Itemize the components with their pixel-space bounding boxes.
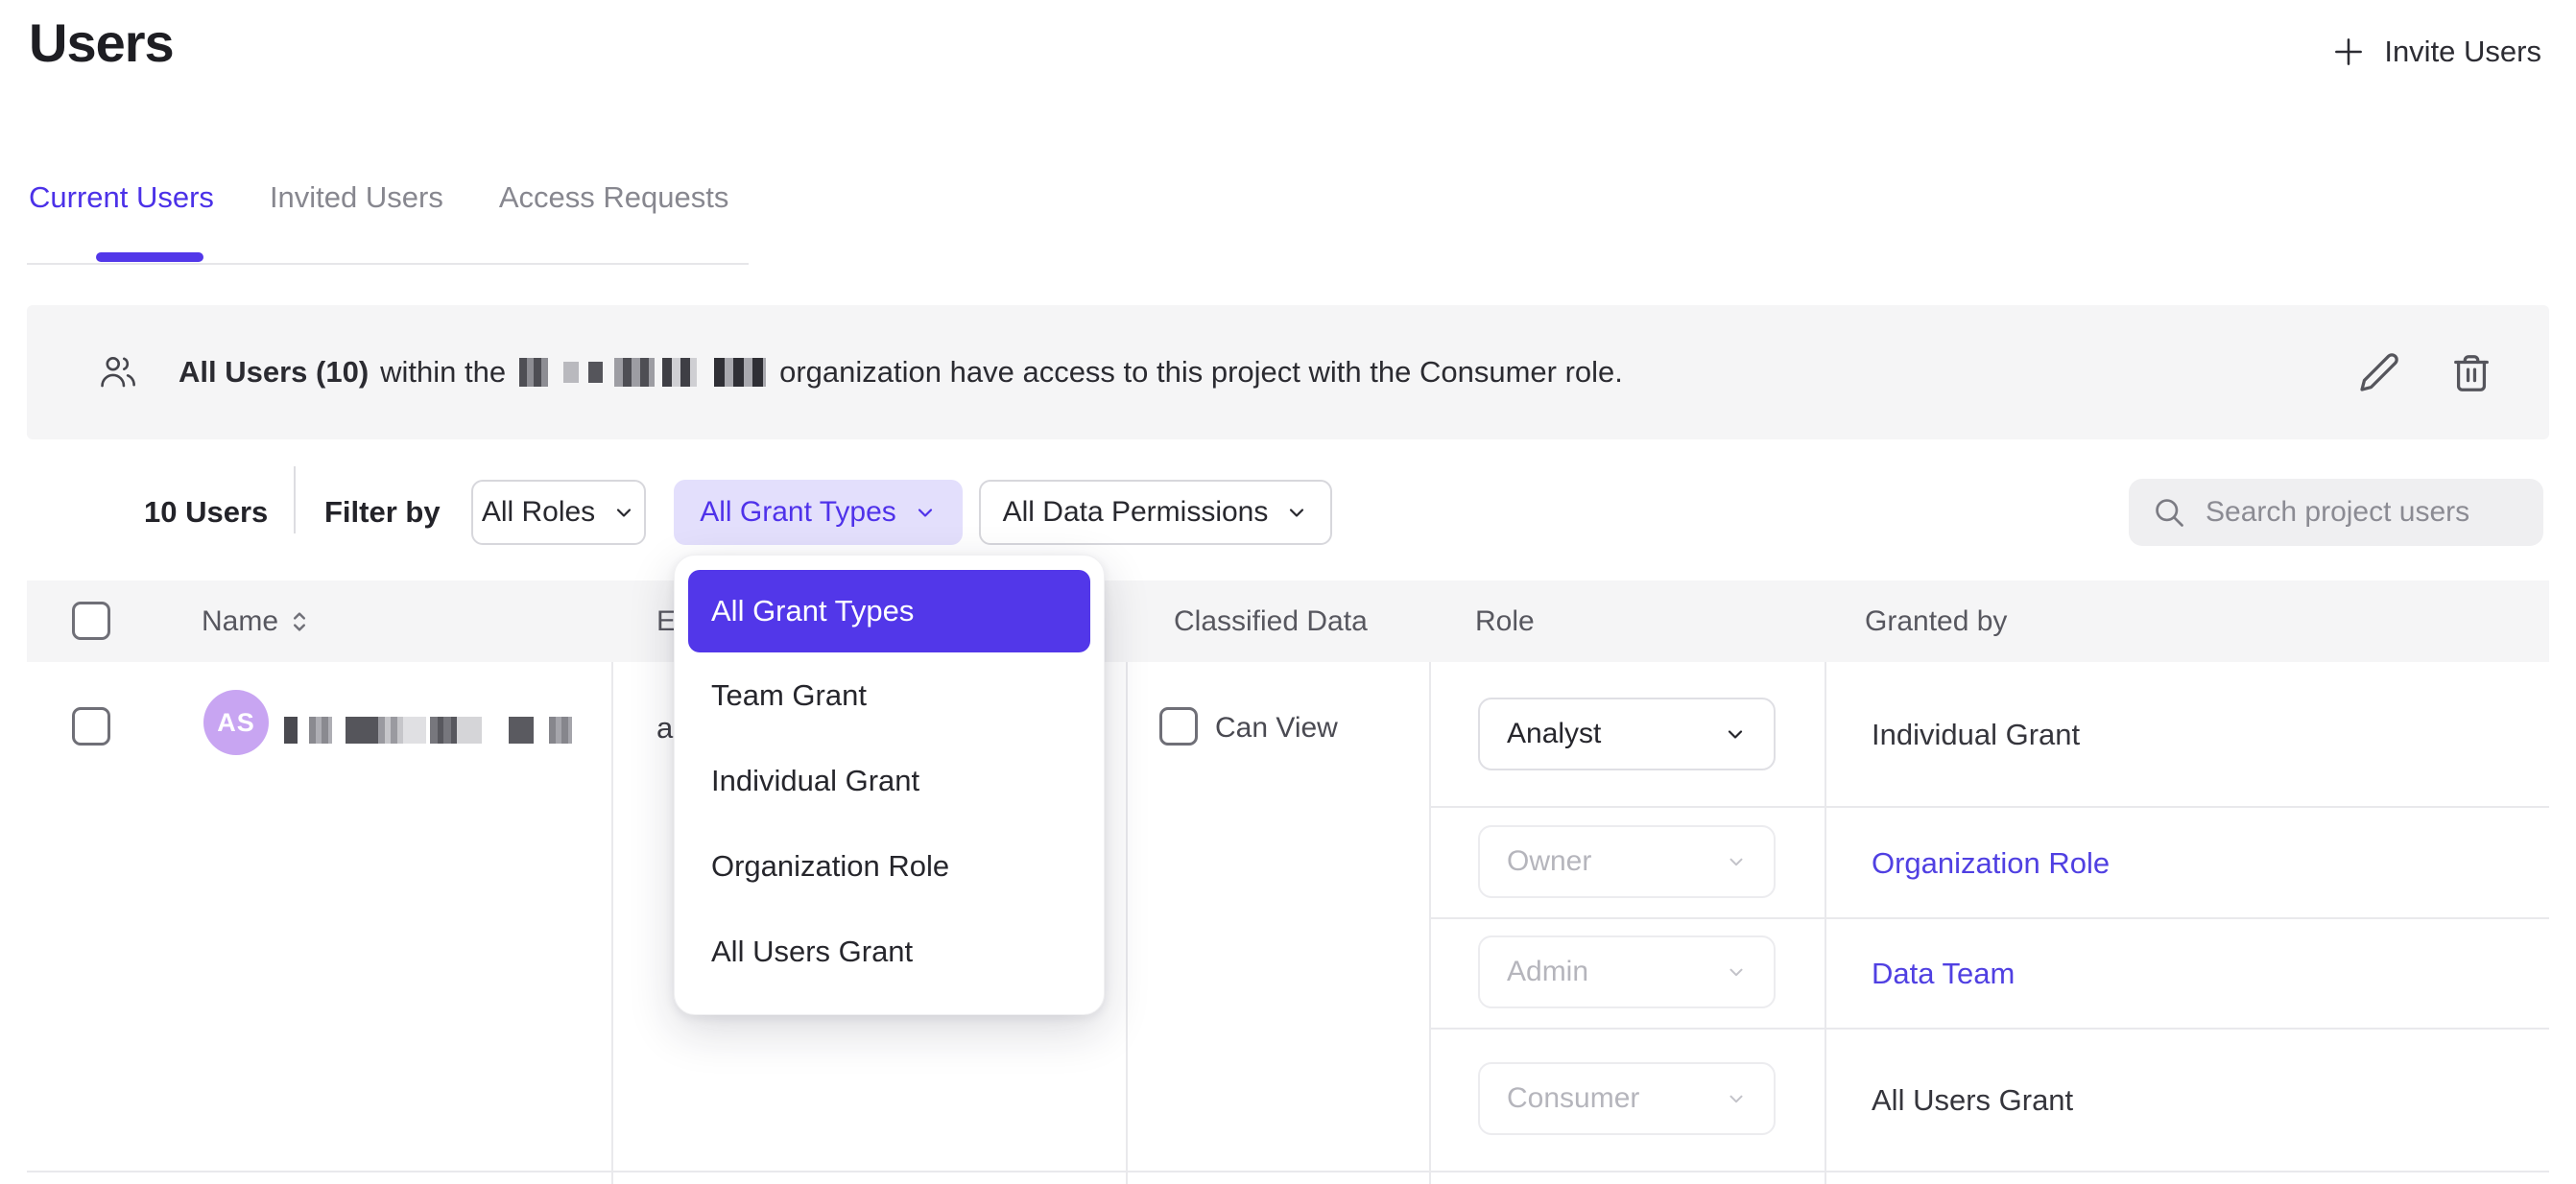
column-header-classified-data: Classified Data bbox=[1174, 605, 1368, 638]
role-select-analyst[interactable]: Analyst bbox=[1478, 698, 1776, 770]
banner-text: All Users (10) within the organization h… bbox=[179, 355, 1623, 390]
column-divider bbox=[611, 662, 613, 1184]
all-data-permissions-dropdown[interactable]: All Data Permissions bbox=[979, 480, 1332, 545]
all-roles-label: All Roles bbox=[482, 496, 595, 529]
invite-users-button[interactable]: Invite Users bbox=[2330, 27, 2541, 77]
redacted-user-name bbox=[284, 717, 572, 744]
chevron-down-icon bbox=[1285, 501, 1308, 524]
name-header-label: Name bbox=[202, 605, 278, 638]
search-icon bbox=[2152, 495, 2186, 530]
granted-by-data-team-link[interactable]: Data Team bbox=[1872, 957, 2015, 991]
banner-actions bbox=[2351, 344, 2499, 400]
role-select-value: Analyst bbox=[1507, 718, 1601, 750]
menu-item-all-users-grant[interactable]: All Users Grant bbox=[688, 909, 1090, 994]
column-divider bbox=[1825, 662, 1826, 1184]
users-page: { "page": { "title": "Users" }, "header"… bbox=[0, 0, 2576, 1184]
column-divider bbox=[1429, 662, 1431, 1184]
plus-icon bbox=[2330, 34, 2367, 70]
can-view-checkbox[interactable] bbox=[1159, 707, 1198, 746]
column-header-role: Role bbox=[1475, 605, 1535, 638]
row-checkbox[interactable] bbox=[72, 707, 110, 746]
chevron-down-icon bbox=[1726, 851, 1747, 872]
menu-item-all-grant-types[interactable]: All Grant Types bbox=[688, 570, 1090, 652]
delete-banner-button[interactable] bbox=[2444, 344, 2499, 400]
all-roles-dropdown[interactable]: All Roles bbox=[471, 480, 646, 545]
all-data-permissions-label: All Data Permissions bbox=[1003, 496, 1269, 529]
users-icon bbox=[96, 352, 140, 392]
grant-row-divider bbox=[1430, 1028, 2549, 1030]
grant-row-divider bbox=[1430, 917, 2549, 919]
column-header-granted-by: Granted by bbox=[1865, 605, 2007, 638]
users-count: 10 Users bbox=[144, 495, 268, 530]
row-divider bbox=[27, 1171, 2549, 1172]
pencil-icon bbox=[2357, 350, 2401, 394]
all-users-banner: All Users (10) within the organization h… bbox=[27, 305, 2549, 439]
role-select-value: Consumer bbox=[1507, 1082, 1639, 1115]
granted-by-organization-role-link[interactable]: Organization Role bbox=[1872, 846, 2110, 881]
email-cell-fragment: a bbox=[656, 711, 673, 746]
role-select-value: Owner bbox=[1507, 845, 1591, 878]
all-grant-types-label: All Grant Types bbox=[700, 496, 896, 529]
chevron-down-icon bbox=[1726, 961, 1747, 983]
column-header-name[interactable]: Name bbox=[202, 605, 309, 638]
tab-access-requests[interactable]: Access Requests bbox=[499, 180, 729, 215]
menu-item-individual-grant[interactable]: Individual Grant bbox=[688, 738, 1090, 823]
trash-icon bbox=[2449, 350, 2493, 394]
active-tab-indicator bbox=[96, 252, 203, 262]
page-title: Users bbox=[29, 12, 174, 74]
granted-by-all-users-grant: All Users Grant bbox=[1872, 1083, 2073, 1118]
filter-by-label: Filter by bbox=[324, 495, 441, 530]
role-select-owner: Owner bbox=[1478, 825, 1776, 898]
redacted-org-name bbox=[519, 356, 766, 389]
grant-types-menu: All Grant Types Team Grant Individual Gr… bbox=[674, 555, 1105, 1015]
role-select-consumer: Consumer bbox=[1478, 1062, 1776, 1135]
banner-pre-text: within the bbox=[380, 355, 506, 390]
banner-bold-text: All Users (10) bbox=[179, 355, 369, 390]
role-select-admin: Admin bbox=[1478, 935, 1776, 1008]
filter-divider bbox=[294, 466, 296, 533]
chevron-down-icon bbox=[914, 501, 937, 524]
chevron-down-icon bbox=[1724, 722, 1747, 746]
tab-current-users[interactable]: Current Users bbox=[29, 180, 214, 215]
menu-item-team-grant[interactable]: Team Grant bbox=[688, 652, 1090, 738]
tabs-underline bbox=[27, 263, 749, 265]
avatar: AS bbox=[203, 690, 269, 755]
table-header: Name E Classified Data Role Granted by bbox=[27, 580, 2549, 662]
chevron-down-icon bbox=[612, 501, 635, 524]
search-project-users bbox=[2129, 479, 2543, 546]
menu-item-organization-role[interactable]: Organization Role bbox=[688, 823, 1090, 909]
chevron-down-icon bbox=[1726, 1088, 1747, 1109]
search-input[interactable] bbox=[2206, 496, 2520, 529]
select-all-checkbox[interactable] bbox=[72, 602, 110, 640]
banner-post-text: organization have access to this project… bbox=[779, 355, 1623, 390]
tab-invited-users[interactable]: Invited Users bbox=[270, 180, 443, 215]
role-select-value: Admin bbox=[1507, 956, 1588, 988]
tab-bar: Current Users Invited Users Access Reque… bbox=[29, 180, 728, 215]
grant-row-divider bbox=[1430, 806, 2549, 808]
column-header-email: E bbox=[656, 605, 676, 638]
column-divider bbox=[1126, 662, 1128, 1184]
can-view-label: Can View bbox=[1215, 712, 1338, 745]
edit-banner-button[interactable] bbox=[2351, 344, 2407, 400]
invite-users-label: Invite Users bbox=[2384, 35, 2541, 69]
granted-by-individual-grant: Individual Grant bbox=[1872, 718, 2080, 752]
all-grant-types-dropdown[interactable]: All Grant Types bbox=[674, 480, 963, 545]
sort-icon bbox=[290, 610, 309, 633]
